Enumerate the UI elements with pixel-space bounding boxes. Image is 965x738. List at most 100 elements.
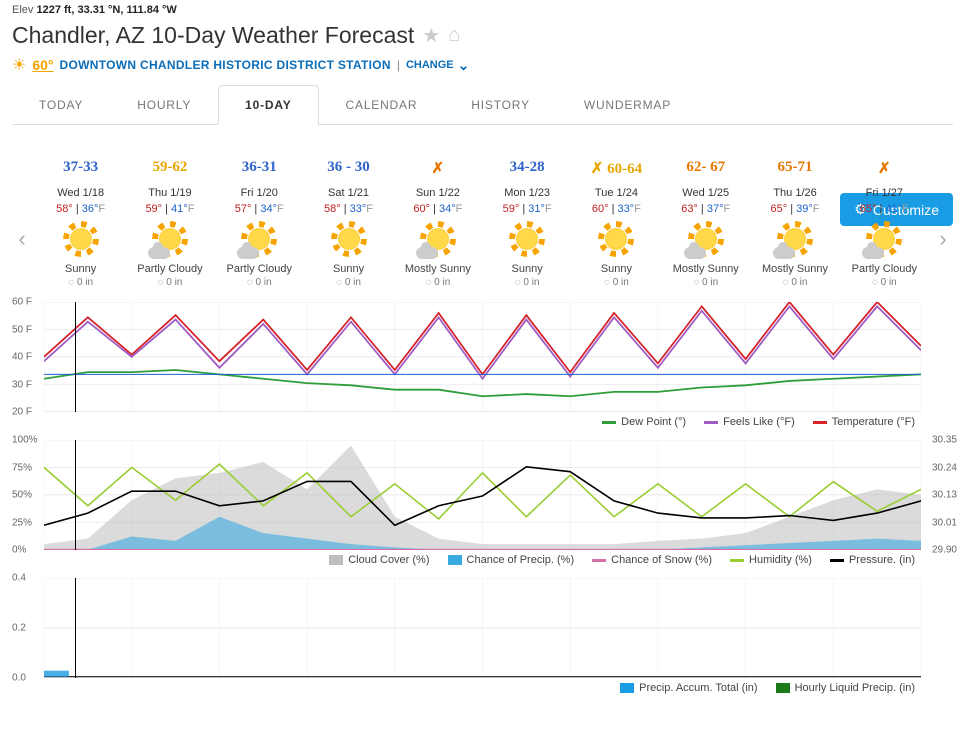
day-precip: ◌ 0 in (572, 277, 661, 288)
day-label: Wed 1/18 (36, 187, 125, 199)
day-precip: ◌ 0 in (304, 277, 393, 288)
day-label: Fri 1/20 (215, 187, 304, 199)
day-label: Thu 1/19 (125, 187, 214, 199)
y-axis-label: 30.24 (932, 462, 957, 473)
legend-item: Humidity (%) (730, 554, 812, 566)
forecast-row: ‹ 37-33Wed 1/1858° | 36°FSunny◌ 0 in59-6… (8, 183, 957, 294)
day-columns: 37-33Wed 1/1858° | 36°FSunny◌ 0 in59-62T… (36, 183, 929, 294)
y-axis-label: 20 F (12, 407, 32, 418)
handwritten-annotation: 62- 67 (661, 159, 750, 176)
day-col[interactable]: 36 - 30Sat 1/2158° | 33°FSunny◌ 0 in (304, 183, 393, 294)
day-col[interactable]: 34-28Mon 1/2359° | 31°FSunny◌ 0 in (482, 183, 571, 294)
day-col[interactable]: 37-33Wed 1/1858° | 36°FSunny◌ 0 in (36, 183, 125, 294)
humidity-chart: 100%75%50%25%0%30.3530.2430.1330.0129.90 (44, 440, 921, 550)
current-temp[interactable]: 60° (32, 57, 53, 73)
day-temps: 57° | 34°F (215, 203, 304, 215)
day-temps: 65° | 41°F (840, 203, 929, 215)
day-label: Sun 1/22 (393, 187, 482, 199)
cloud-icon (237, 247, 259, 259)
day-condition: Partly Cloudy (840, 263, 929, 275)
day-condition: Sunny (572, 263, 661, 275)
day-col[interactable]: ✗Sun 1/2260° | 34°FMostly Sunny◌ 0 in (393, 183, 482, 294)
tab-history[interactable]: HISTORY (444, 85, 557, 124)
tab-today[interactable]: TODAY (12, 85, 110, 124)
prev-arrow[interactable]: ‹ (8, 226, 36, 252)
day-col[interactable]: ✗Fri 1/2765° | 41°FPartly Cloudy◌ 0 in (840, 183, 929, 294)
handwritten-annotation: ✗ (840, 159, 929, 178)
y-axis-label: 30.01 (932, 517, 957, 528)
day-condition: Sunny (482, 263, 571, 275)
next-arrow[interactable]: › (929, 226, 957, 252)
weather-sun-icon (331, 221, 367, 257)
legend-item: Chance of Snow (%) (592, 554, 712, 566)
cloud-icon (416, 247, 438, 259)
precip-legend: Precip. Accum. Total (in)Hourly Liquid P… (44, 678, 921, 698)
day-precip: ◌ 0 in (750, 277, 839, 288)
cloud-icon (862, 247, 884, 259)
handwritten-annotation: 37-33 (36, 159, 125, 176)
handwritten-annotation: 36-31 (215, 159, 304, 176)
y-axis-label: 30 F (12, 379, 32, 390)
handwritten-annotation: ✗ (393, 159, 482, 178)
legend-item: Pressure. (in) (830, 554, 915, 566)
y-axis-label: 60 F (12, 297, 32, 308)
cloud-icon (684, 247, 706, 259)
now-line (75, 440, 76, 550)
day-col[interactable]: 65-71Thu 1/2665° | 39°FMostly Sunny◌ 0 i… (750, 183, 839, 294)
day-label: Mon 1/23 (482, 187, 571, 199)
precip-chart-svg (44, 578, 921, 678)
weather-sun-icon (241, 221, 277, 257)
legend-item: Cloud Cover (%) (329, 554, 429, 566)
weather-sun-icon (63, 221, 99, 257)
day-temps: 65° | 39°F (750, 203, 839, 215)
weather-sun-icon (152, 221, 188, 257)
day-condition: Mostly Sunny (393, 263, 482, 275)
day-temps: 59° | 41°F (125, 203, 214, 215)
station-name[interactable]: DOWNTOWN CHANDLER HISTORIC DISTRICT STAT… (60, 58, 391, 72)
legend-item: Precip. Accum. Total (in) (620, 682, 757, 694)
precip-chart: 0.40.20.0 (44, 578, 921, 678)
tab-hourly[interactable]: HOURLY (110, 85, 218, 124)
tab-calendar[interactable]: CALENDAR (319, 85, 445, 124)
handwritten-annotation: 36 - 30 (304, 159, 393, 176)
day-precip: ◌ 0 in (36, 277, 125, 288)
handwritten-annotation: 34-28 (482, 159, 571, 176)
legend-item: Feels Like (°F) (704, 416, 795, 428)
y-axis-label: 30.13 (932, 490, 957, 501)
tabs: TODAYHOURLY10-DAYCALENDARHISTORYWUNDERMA… (12, 85, 953, 125)
divider: | (397, 58, 400, 72)
tab-wundermap[interactable]: WUNDERMAP (557, 85, 698, 124)
y-axis-label: 0.2 (12, 623, 26, 634)
now-line (75, 578, 76, 678)
day-col[interactable]: 59-62Thu 1/1959° | 41°FPartly Cloudy◌ 0 … (125, 183, 214, 294)
y-axis-label: 100% (12, 435, 38, 446)
day-col[interactable]: 62- 67Wed 1/2563° | 37°FMostly Sunny◌ 0 … (661, 183, 750, 294)
content: ⚙ Customize ‹ 37-33Wed 1/1858° | 36°FSun… (0, 183, 965, 698)
favorite-star-icon[interactable]: ★ (422, 23, 440, 48)
day-temps: 58° | 36°F (36, 203, 125, 215)
day-label: Tue 1/24 (572, 187, 661, 199)
day-precip: ◌ 0 in (482, 277, 571, 288)
y-axis-label: 29.90 (932, 545, 957, 556)
day-temps: 63° | 37°F (661, 203, 750, 215)
weather-sun-icon (688, 221, 724, 257)
page-header: Chandler, AZ 10-Day Weather Forecast ★ ⌂… (0, 22, 965, 133)
cloud-icon (148, 247, 170, 259)
now-line (75, 302, 76, 412)
y-axis-label: 75% (12, 462, 32, 473)
day-condition: Sunny (304, 263, 393, 275)
day-col[interactable]: 36-31Fri 1/2057° | 34°FPartly Cloudy◌ 0 … (215, 183, 304, 294)
day-precip: ◌ 0 in (125, 277, 214, 288)
handwritten-annotation: ✗ 60-64 (572, 159, 661, 178)
home-icon[interactable]: ⌂ (448, 24, 460, 47)
tab-10-day[interactable]: 10-DAY (218, 85, 318, 125)
temp-chart-svg (44, 302, 921, 412)
change-station-link[interactable]: CHANGE ⌄ (406, 57, 469, 74)
day-label: Fri 1/27 (840, 187, 929, 199)
day-temps: 60° | 33°F (572, 203, 661, 215)
page-title: Chandler, AZ 10-Day Weather Forecast ★ ⌂ (12, 22, 953, 49)
temp-chart: 60 F50 F40 F30 F20 F (44, 302, 921, 412)
day-col[interactable]: ✗ 60-64Tue 1/2460° | 33°FSunny◌ 0 in (572, 183, 661, 294)
day-condition: Mostly Sunny (750, 263, 839, 275)
day-label: Sat 1/21 (304, 187, 393, 199)
